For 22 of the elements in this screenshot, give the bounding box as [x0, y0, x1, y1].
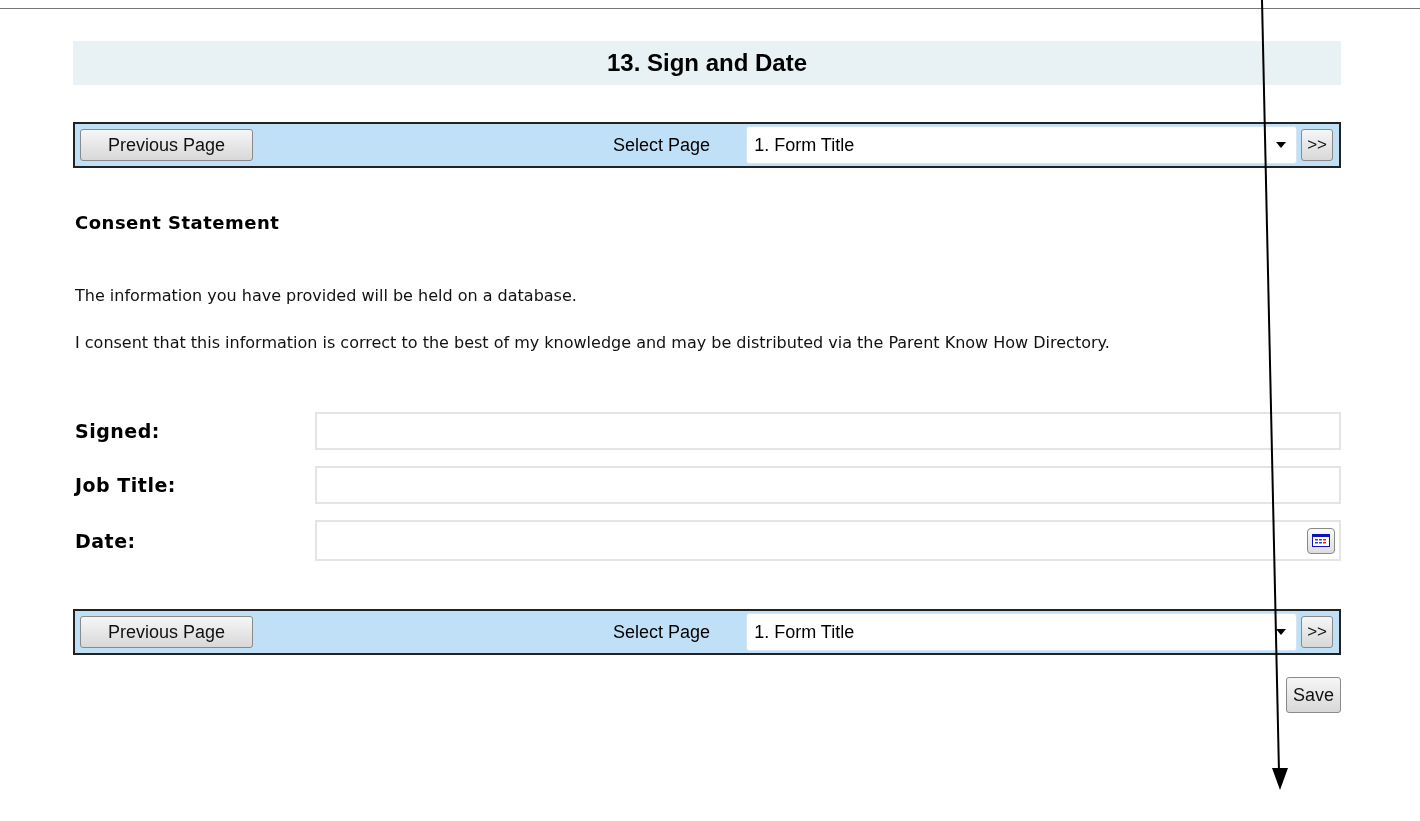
paragraph: I consent that this information is correct to the best of my knowledge and may be distributed via the Parent Know How Directory. [74, 332, 1111, 354]
next-page-button[interactable]: >> [1301, 129, 1333, 161]
previous-page-button[interactable]: Previous Page [80, 129, 254, 161]
save-button[interactable]: Save [1285, 677, 1341, 713]
field-label: Date: [74, 529, 137, 552]
page-dropdown[interactable]: 1. Form Title [746, 613, 1298, 651]
input-field[interactable] [315, 520, 1341, 561]
previous-page-button[interactable]: Previous Page [80, 616, 254, 648]
field-label: Job Title: [73, 474, 177, 496]
section-heading: Consent Statement [74, 212, 281, 233]
paragraph: The information you have provided will be held on a database. [74, 285, 578, 307]
dropdown-caret-icon [1276, 142, 1287, 148]
select-page-label: Select Page [613, 621, 711, 643]
input-field[interactable] [315, 412, 1341, 450]
dropdown-caret-icon [1276, 629, 1287, 635]
calendar-icon[interactable] [1307, 527, 1335, 554]
page-title: 13. Sign and Date [606, 49, 808, 77]
input-field[interactable] [315, 466, 1341, 504]
page-dropdown[interactable]: 1. Form Title [746, 126, 1298, 164]
select-page-label: Select Page [613, 134, 711, 156]
next-page-button[interactable]: >> [1301, 616, 1333, 648]
field-label: Signed: [74, 420, 161, 442]
